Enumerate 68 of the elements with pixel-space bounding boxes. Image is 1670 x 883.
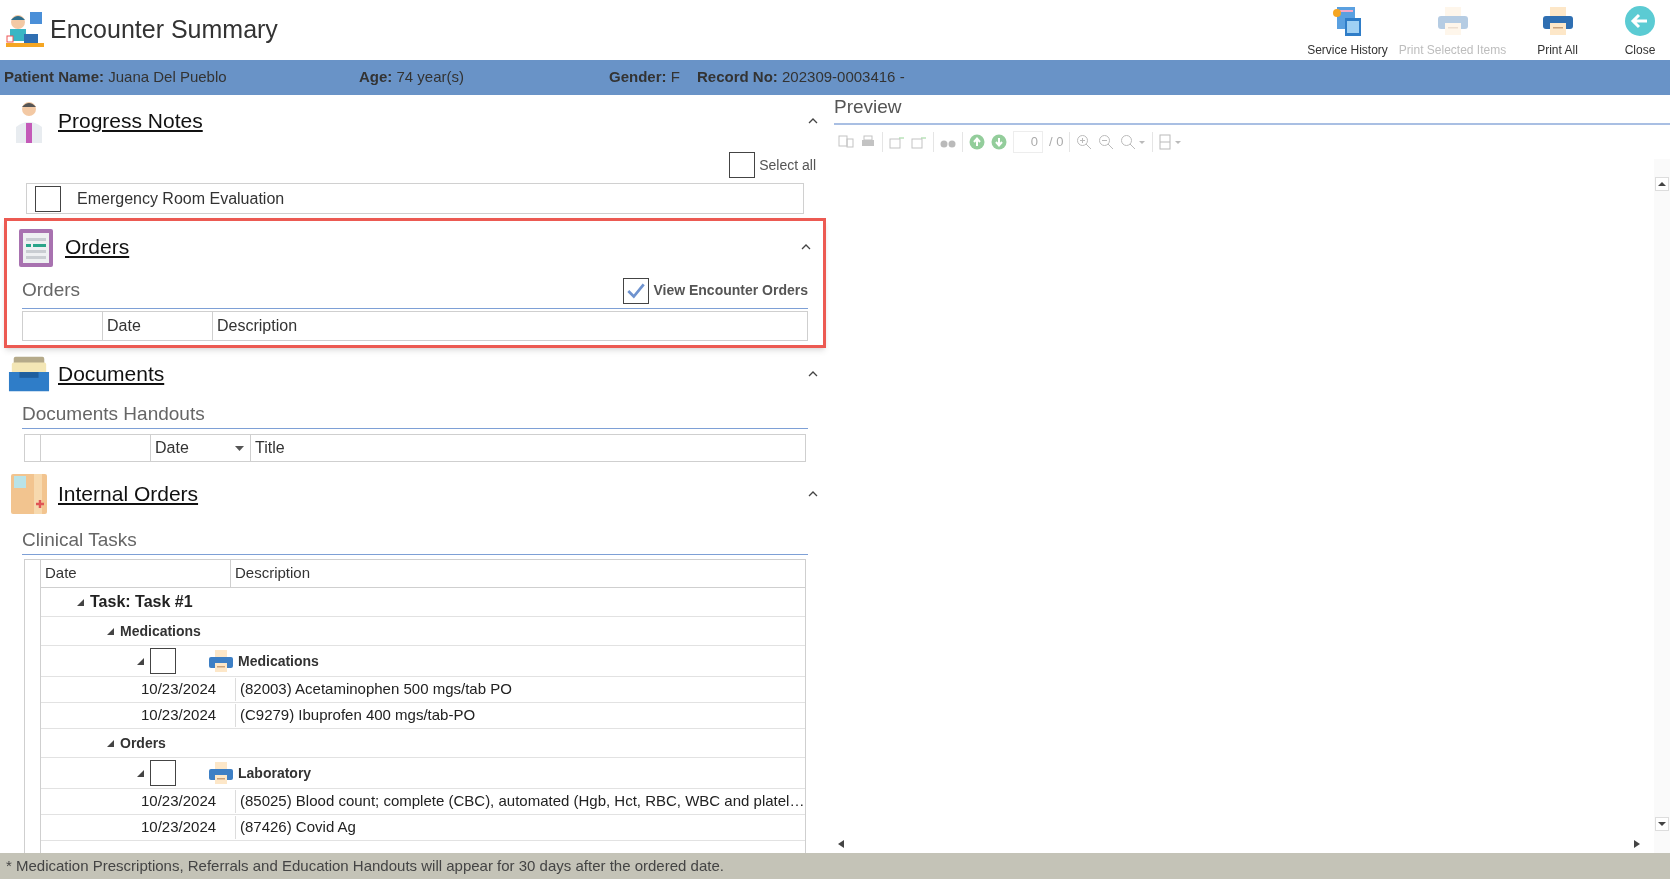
checkbox[interactable] <box>623 277 650 304</box>
checkbox-label: View Encounter Orders <box>653 281 808 300</box>
subsection-title: Clinical Tasks <box>22 529 137 550</box>
patient-field: Gender: F <box>609 66 697 89</box>
scroll-up-icon[interactable] <box>1655 177 1669 191</box>
expand-triangle-icon[interactable] <box>107 739 114 747</box>
table-cell-text: 10/23/2024 <box>141 791 218 812</box>
collapse-icon[interactable] <box>808 118 818 124</box>
expand-triangle-icon[interactable] <box>137 657 144 665</box>
collapse-icon[interactable] <box>801 244 811 250</box>
printer-icon <box>1540 5 1575 37</box>
inbox-tray-icon <box>8 354 50 394</box>
page-count: / 0 <box>1049 133 1064 152</box>
nurse-at-desk-icon <box>4 10 46 50</box>
scroll-down-icon[interactable] <box>1655 817 1669 831</box>
column-header[interactable]: Description <box>213 312 298 340</box>
subsection-title: Orders <box>22 278 81 303</box>
doctor-icon <box>13 99 45 143</box>
section-title[interactable]: Progress Notes <box>58 105 203 137</box>
printer-icon <box>208 761 234 785</box>
table-cell: (C9279) Ibuprofen 400 mgs/tab-PO <box>235 704 476 727</box>
footer-note: * Medication Prescriptions, Referrals and Education Handouts will appear for 30 days after the ordered date. <box>0 853 1670 879</box>
column-header[interactable]: Date <box>151 435 251 461</box>
expand-triangle-icon[interactable] <box>77 598 84 606</box>
collapse-icon[interactable] <box>808 491 818 497</box>
tree-node[interactable]: Laboratory <box>238 762 312 784</box>
column-header[interactable]: Description <box>231 560 311 587</box>
patient-field: Age: 74 year(s) <box>359 66 609 89</box>
clipboard-list-icon <box>18 226 54 268</box>
section-title[interactable]: Orders <box>65 231 130 263</box>
printer-icon <box>208 649 234 673</box>
table-cell: (82003) Acetaminophen 500 mgs/tab PO <box>235 678 512 701</box>
column-header[interactable]: Date <box>103 312 213 340</box>
checkbox[interactable] <box>150 760 176 786</box>
table-cell: (87426) Covid Ag <box>235 816 356 839</box>
table-cell: (85025) Blood count; complete (CBC), automated (Hgb, Hct, RBC, WBC and platel… <box>235 790 805 813</box>
collapse-icon[interactable] <box>808 371 818 377</box>
table-cell-text: 10/23/2024 <box>141 705 218 726</box>
checkbox-label: Select all <box>759 155 816 175</box>
patient-field: Record No: 202309-0003416 - <box>697 66 905 89</box>
section-title[interactable]: Internal Orders <box>58 478 199 510</box>
checkbox[interactable] <box>35 185 61 212</box>
checkbox[interactable] <box>150 648 176 674</box>
printer-icon <box>1435 5 1470 37</box>
window-title: Encounter Summary <box>50 14 278 46</box>
package-icon <box>10 472 48 516</box>
scroll-right-icon[interactable] <box>1634 840 1640 848</box>
subsection-title: Documents Handouts <box>22 403 205 424</box>
panel-title: Preview <box>834 94 902 119</box>
expand-triangle-icon[interactable] <box>137 769 144 777</box>
section-title[interactable]: Documents <box>58 358 165 390</box>
checkbox[interactable] <box>729 152 756 178</box>
table-cell-text: 10/23/2024 <box>141 817 218 838</box>
table-cell-text: 10/23/2024 <box>141 679 218 700</box>
scroll-left-icon[interactable] <box>838 840 844 848</box>
tree-node[interactable]: Orders <box>120 732 166 754</box>
toolbar-button[interactable]: Close <box>1610 1 1670 59</box>
column-header[interactable]: Date <box>41 560 231 587</box>
tree-node[interactable]: Medications <box>120 620 201 642</box>
list-row[interactable]: Emergency Room Evaluation <box>26 183 804 214</box>
tree-node[interactable]: Medications <box>238 650 319 672</box>
dropdown-caret-icon[interactable] <box>235 445 244 451</box>
tree-node[interactable]: Task: Task #1 <box>90 590 193 614</box>
toolbar-button[interactable]: Print All <box>1505 1 1610 59</box>
expand-triangle-icon[interactable] <box>107 627 114 635</box>
column-header[interactable]: Title <box>251 435 285 461</box>
patient-field: Patient Name: Juana Del Pueblo <box>4 66 359 89</box>
toolbar-button[interactable]: Service History <box>1295 1 1400 59</box>
